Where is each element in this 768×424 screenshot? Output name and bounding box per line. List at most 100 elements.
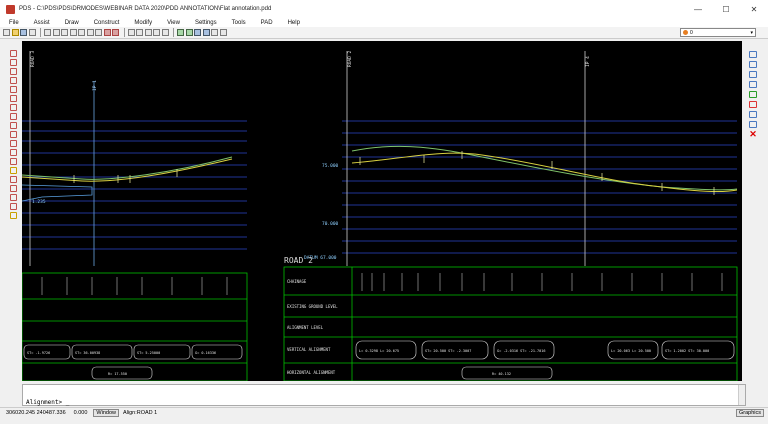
- zoom-previous-icon[interactable]: [78, 29, 85, 36]
- level-upper-label: 75.000: [322, 163, 339, 169]
- left-table: [22, 272, 248, 381]
- query-icon[interactable]: [161, 29, 169, 36]
- polyline-tool-icon[interactable]: [9, 68, 17, 75]
- undo-icon[interactable]: [103, 29, 111, 36]
- right-ground-line: [351, 145, 738, 191]
- layer-value: 0: [690, 29, 693, 36]
- zoom-extents-icon[interactable]: [69, 29, 77, 36]
- circle-tool-icon[interactable]: [9, 95, 17, 102]
- close-button[interactable]: ✕: [740, 0, 768, 18]
- undo-tool-icon[interactable]: [9, 50, 17, 57]
- point-tool-icon[interactable]: [9, 113, 17, 120]
- maximize-button[interactable]: ☐: [712, 0, 740, 18]
- right-design-line: [351, 152, 738, 192]
- cancel-icon[interactable]: ✕: [749, 130, 757, 139]
- trim-tool-icon[interactable]: [9, 185, 17, 192]
- menu-help[interactable]: Help: [288, 20, 300, 26]
- vc-left-label-1: ST= -1.9726: [27, 351, 50, 355]
- pen-tool-icon[interactable]: [9, 158, 17, 165]
- text-tool-icon[interactable]: [9, 122, 17, 129]
- menu-modify[interactable]: Modify: [134, 20, 152, 26]
- grid-icon[interactable]: [749, 121, 757, 128]
- window-controls: — ☐ ✕: [684, 0, 768, 18]
- layer-dropdown[interactable]: 0 ▾: [680, 28, 756, 37]
- contour-icon[interactable]: [185, 29, 193, 36]
- edit-tool-icon[interactable]: [9, 212, 17, 219]
- save-icon[interactable]: [20, 29, 27, 36]
- redo-icon[interactable]: [112, 29, 119, 36]
- menu-settings[interactable]: Settings: [195, 20, 217, 26]
- extend-tool-icon[interactable]: [9, 194, 17, 201]
- arc-tool-icon[interactable]: [9, 77, 17, 84]
- vc-label-5: ST= 1.2002 ST= 30.000: [665, 349, 709, 353]
- snap-icon[interactable]: [127, 29, 135, 36]
- current-alignment: Align:ROAD 1: [122, 409, 158, 416]
- plot-icon[interactable]: [219, 29, 227, 36]
- line-tool-icon[interactable]: [9, 59, 17, 66]
- command-window[interactable]: Alignment> _: [22, 384, 746, 406]
- left-hz-label: R= 17.550: [108, 372, 127, 376]
- row-label-chainage: CHAINAGE: [287, 279, 307, 284]
- row-label-alignment-level: ALIGNMENT LEVEL: [287, 325, 324, 330]
- level-lower-label: 70.000: [322, 221, 339, 227]
- zoom-in-icon[interactable]: [52, 29, 60, 36]
- snap-near-icon[interactable]: [749, 71, 757, 78]
- break-tool-icon[interactable]: [9, 203, 17, 210]
- symbol-tool-icon[interactable]: [9, 149, 17, 156]
- zoom-window-icon[interactable]: [44, 29, 51, 36]
- command-scrollbar[interactable]: [738, 385, 745, 405]
- snap-intersect-icon[interactable]: [749, 81, 757, 88]
- snap-end-icon[interactable]: [749, 51, 757, 58]
- vc-label-1: L= 0.3298 L= 20.675: [359, 349, 399, 353]
- curve-tool-icon[interactable]: [9, 104, 17, 111]
- table-icon[interactable]: [211, 29, 218, 36]
- dimension-tool-icon[interactable]: [9, 131, 17, 138]
- window-mode-button[interactable]: Window: [93, 408, 119, 417]
- measure-icon[interactable]: [136, 29, 143, 36]
- menu-pad[interactable]: PAD: [261, 20, 273, 26]
- snap-on-icon[interactable]: [749, 91, 757, 98]
- snap-mid-icon[interactable]: [749, 61, 757, 68]
- pencil-tool-icon[interactable]: [9, 167, 17, 174]
- new-icon[interactable]: [3, 29, 10, 36]
- window-title: PDS - C:\PDS\PDS\DRMODES\WEBINAR DATA 20…: [19, 6, 272, 12]
- arc2-tool-icon[interactable]: [9, 86, 17, 93]
- menu-draw[interactable]: Draw: [65, 20, 79, 26]
- vc-left-label-4: G= 0.16336: [195, 351, 216, 355]
- snap-off-icon[interactable]: [749, 101, 757, 108]
- print-icon[interactable]: [28, 29, 36, 36]
- toolbar-separator: [123, 28, 125, 37]
- right-ticks: [359, 151, 715, 195]
- ortho-icon[interactable]: [749, 111, 757, 118]
- small-level-label: 1.235: [32, 199, 46, 205]
- minimize-button[interactable]: —: [684, 0, 712, 18]
- table-value-marks: [41, 273, 723, 295]
- drawing-canvas[interactable]: ROAD 3 IP 1 ROAD 2 IP 4 75.000 70.000 DA…: [22, 41, 742, 381]
- open-icon[interactable]: [11, 29, 19, 36]
- toolbar-separator: [40, 28, 41, 37]
- menu-assist[interactable]: Assist: [34, 20, 50, 26]
- graphics-button[interactable]: Graphics: [735, 409, 764, 417]
- vc-label-3: G= -2.0316 ST= -21.7016: [497, 349, 545, 353]
- menu-file[interactable]: File: [9, 20, 19, 26]
- menu-construct[interactable]: Construct: [94, 20, 120, 26]
- surface-icon[interactable]: [177, 29, 184, 36]
- hatch-tool-icon[interactable]: [9, 140, 17, 147]
- command-prompt[interactable]: Alignment> _: [26, 399, 69, 406]
- app-icon: [6, 4, 15, 14]
- properties-icon[interactable]: [144, 29, 152, 36]
- redraw-icon[interactable]: [95, 29, 102, 36]
- section-icon[interactable]: [194, 29, 201, 36]
- menu-tools[interactable]: Tools: [232, 20, 246, 26]
- mid-road-label: ROAD 2: [347, 50, 353, 67]
- title-bar: PDS - C:\PDS\PDS\DRMODES\WEBINAR DATA 20…: [0, 0, 768, 18]
- pan-icon[interactable]: [86, 29, 94, 36]
- zoom-out-icon[interactable]: [61, 29, 68, 36]
- left-structure-line: [22, 184, 93, 202]
- right-hz-label: R= 40.132: [492, 372, 511, 376]
- layers-icon[interactable]: [153, 29, 160, 36]
- profile-icon[interactable]: [202, 29, 210, 36]
- left-ground-line: [22, 156, 233, 180]
- offset-tool-icon[interactable]: [9, 176, 17, 183]
- menu-view[interactable]: View: [167, 20, 180, 26]
